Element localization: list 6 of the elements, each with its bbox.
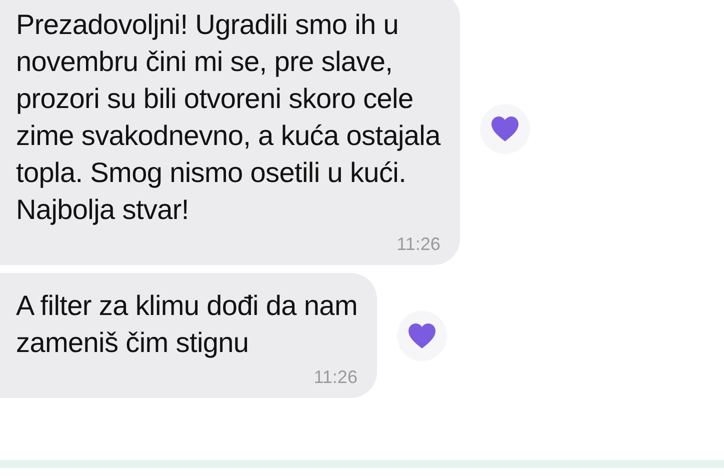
message-time: 11:26: [396, 234, 440, 255]
message-text: A filter za klimu dođi da nam zameniš čim stignu: [16, 289, 358, 360]
message-text: Prezadovoljni! Ugradili smo ih u novembru čini mi se, pre slave, prozori su bili otvoreni skoro cele zime svakodnevno, a kuća ostajala topla. Smog nismo osetili u kući. Najbolja stvar!: [16, 8, 440, 227]
heart-icon: [490, 115, 520, 142]
heart-icon: [407, 322, 438, 349]
message-time: 11:26: [314, 367, 358, 388]
